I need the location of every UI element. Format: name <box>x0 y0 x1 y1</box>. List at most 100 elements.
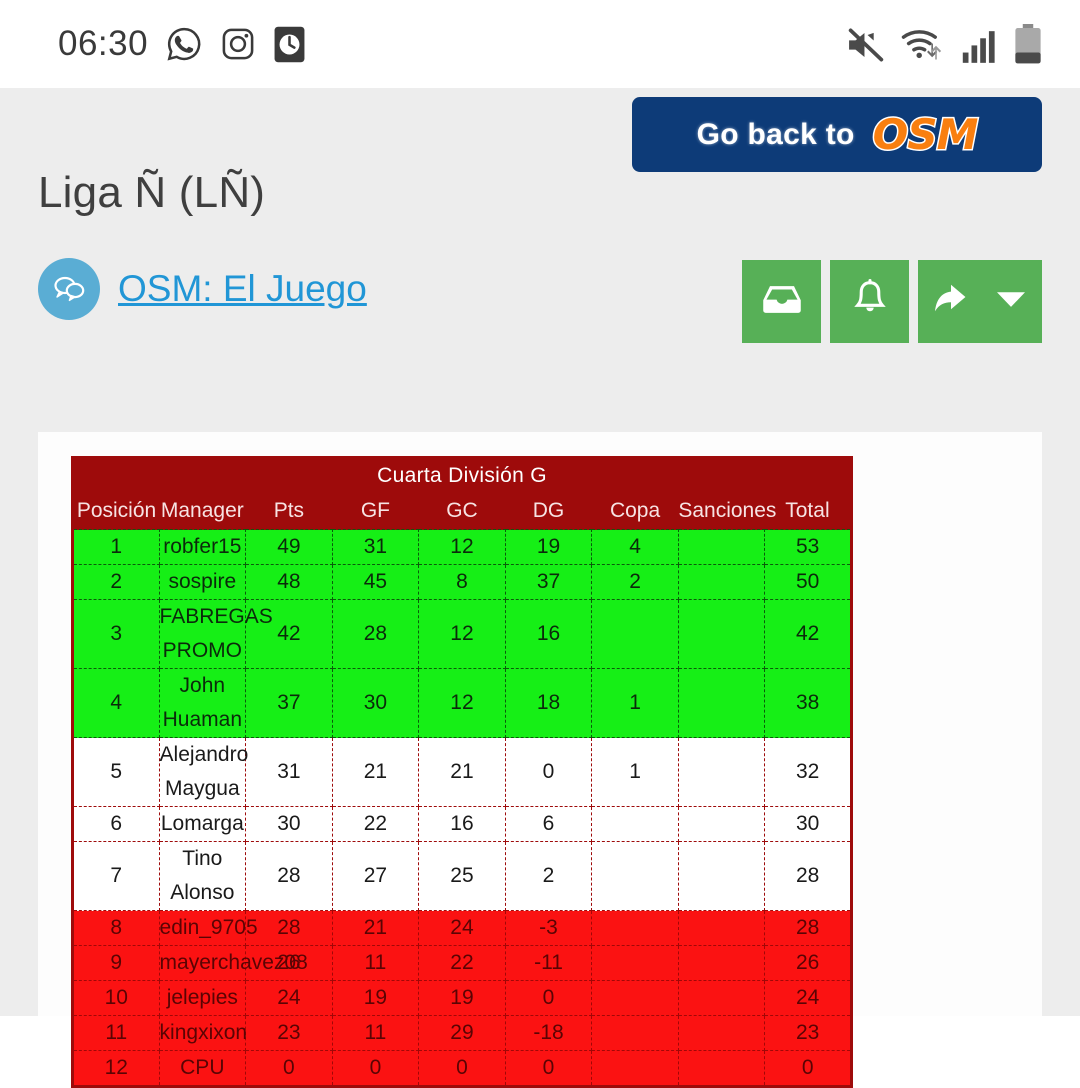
cell-sanciones <box>677 564 766 600</box>
cell-sanciones <box>677 737 766 807</box>
cell-pts: 49 <box>245 529 333 565</box>
cell-dg: -3 <box>504 910 593 946</box>
go-back-to-osm-banner[interactable]: Go back to OSM <box>632 97 1042 172</box>
cell-gc: 0 <box>418 1050 506 1087</box>
cell-gf: 21 <box>331 737 420 807</box>
mute-icon <box>848 28 884 62</box>
cell-pts: 23 <box>245 1015 333 1051</box>
cell-copa <box>591 945 679 981</box>
cell-gf: 30 <box>331 668 420 738</box>
league-link-row[interactable]: OSM: El Juego <box>38 258 367 320</box>
reply-button[interactable] <box>918 260 1042 343</box>
cell-total: 42 <box>764 599 852 669</box>
cell-manager: kingxixon <box>158 1015 247 1051</box>
cell-sanciones <box>677 841 766 911</box>
column-header-pts: Pts <box>245 493 333 530</box>
cell-dg: 0 <box>504 980 593 1016</box>
cell-gf: 11 <box>331 1015 420 1051</box>
cell-posicion: 5 <box>72 737 160 807</box>
cell-gf: 11 <box>331 945 420 981</box>
osm-logo: OSM <box>871 109 980 159</box>
cell-dg: 37 <box>504 564 593 600</box>
inbox-icon <box>762 282 802 321</box>
cell-copa: 1 <box>591 737 679 807</box>
table-row[interactable]: 1 robfer15 49 31 12 19 4 53 <box>72 529 852 565</box>
column-header-gc: GC <box>418 493 506 530</box>
cell-posicion: 9 <box>72 945 160 981</box>
table-row[interactable]: 11 kingxixon 23 11 29 -18 23 <box>72 1015 852 1051</box>
table-row[interactable]: 6 Lomarga 30 22 16 6 30 <box>72 806 852 842</box>
standings-body: 1 robfer15 49 31 12 19 4 53 2 sospire 48 45 8 37 2 50 3 F… <box>72 529 852 1087</box>
whatsapp-icon <box>167 27 201 61</box>
bell-icon <box>853 279 887 324</box>
cell-pts: 28 <box>245 910 333 946</box>
notifications-button[interactable] <box>830 260 909 343</box>
cell-dg: 6 <box>504 806 593 842</box>
cell-manager: edin_9705 <box>158 910 258 946</box>
cell-gc: 12 <box>418 599 506 669</box>
standings-table: Cuarta División G Posición Manager Pts G… <box>71 456 853 1088</box>
cell-manager: robfer15 <box>158 529 247 565</box>
cell-copa <box>591 1050 679 1087</box>
table-title-row: Cuarta División G <box>72 457 852 493</box>
cell-manager: Tino Alonso <box>158 841 247 911</box>
signal-icon <box>962 31 995 63</box>
cell-copa <box>591 841 679 911</box>
table-row[interactable]: 10 jelepies 24 19 19 0 24 <box>72 980 852 1016</box>
league-link[interactable]: OSM: El Juego <box>118 268 367 310</box>
cell-gc: 29 <box>418 1015 506 1051</box>
cell-manager: Lomarga <box>158 806 247 842</box>
cell-manager: John Huaman <box>158 668 247 738</box>
cell-gc: 19 <box>418 980 506 1016</box>
cell-copa <box>591 910 679 946</box>
cell-manager: CPU <box>158 1050 247 1087</box>
action-button-group <box>742 260 1042 343</box>
cell-gf: 19 <box>331 980 420 1016</box>
cell-gc: 24 <box>418 910 506 946</box>
cell-posicion: 11 <box>72 1015 160 1051</box>
cell-gf: 22 <box>331 806 420 842</box>
cell-gf: 45 <box>331 564 420 600</box>
cell-pts: 48 <box>245 564 333 600</box>
cell-gf: 28 <box>331 599 420 669</box>
cell-sanciones <box>677 980 766 1016</box>
cell-posicion: 2 <box>72 564 160 600</box>
table-row[interactable]: 5 Alejandro Maygua 31 21 21 0 1 32 <box>72 737 852 807</box>
cell-manager: sospire <box>158 564 247 600</box>
cell-gf: 27 <box>331 841 420 911</box>
cell-posicion: 7 <box>72 841 160 911</box>
inbox-button[interactable] <box>742 260 821 343</box>
cell-total: 50 <box>764 564 852 600</box>
cell-sanciones <box>677 668 766 738</box>
cell-posicion: 10 <box>72 980 160 1016</box>
table-row[interactable]: 4 John Huaman 37 30 12 18 1 38 <box>72 668 852 738</box>
cell-manager: mayerchavez08 <box>158 945 308 981</box>
cell-sanciones <box>677 945 766 981</box>
cell-pts: 0 <box>245 1050 333 1087</box>
cell-gf: 31 <box>331 529 420 565</box>
table-row[interactable]: 9 mayerchavez08 26 11 22 -11 26 <box>72 945 852 981</box>
cell-sanciones <box>677 1015 766 1051</box>
cell-dg: 2 <box>504 841 593 911</box>
table-row[interactable]: 8 edin_9705 28 21 24 -3 28 <box>72 910 852 946</box>
cell-pts: 30 <box>245 806 333 842</box>
cell-copa: 2 <box>591 564 679 600</box>
cell-pts: 31 <box>245 737 333 807</box>
table-row[interactable]: 3 FABREGAS PROMO 42 28 12 16 42 <box>72 599 852 669</box>
cell-posicion: 8 <box>72 910 160 946</box>
cell-copa <box>591 1015 679 1051</box>
instagram-icon <box>222 28 254 60</box>
status-bar-clock: 06:30 <box>58 24 149 63</box>
cell-manager: Alejandro Maygua <box>158 737 248 807</box>
cell-copa: 4 <box>591 529 679 565</box>
chat-bubbles-icon <box>38 258 100 320</box>
content-card: Cuarta División G Posición Manager Pts G… <box>38 432 1042 1088</box>
table-row[interactable]: 2 sospire 48 45 8 37 2 50 <box>72 564 852 600</box>
cell-posicion: 6 <box>72 806 160 842</box>
table-row[interactable]: 7 Tino Alonso 28 27 25 2 28 <box>72 841 852 911</box>
cell-copa: 1 <box>591 668 679 738</box>
column-header-copa: Copa <box>591 493 679 530</box>
table-row[interactable]: 12 CPU 0 0 0 0 0 <box>72 1050 852 1087</box>
cell-manager: jelepies <box>158 980 247 1016</box>
wifi-icon <box>901 30 942 60</box>
